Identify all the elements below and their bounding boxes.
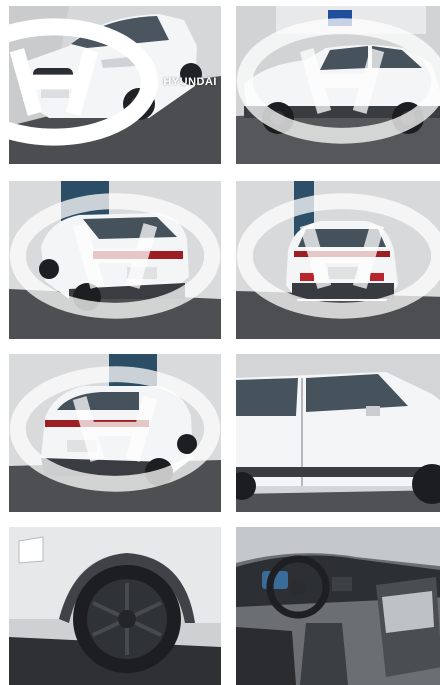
- hyundai-logo-icon: [9, 18, 159, 146]
- photo-thumbnail-interior-dashboard[interactable]: [236, 527, 440, 685]
- photo-thumbnail-rear[interactable]: [236, 181, 440, 339]
- photo-gallery: HYUNDAI: [0, 0, 440, 685]
- photo-thumbnail-side-doors-right[interactable]: [236, 354, 440, 512]
- car-photo-interior-dashboard: [236, 527, 440, 685]
- car-photo-side-doors-right: [236, 354, 440, 512]
- hyundai-logo-icon: [236, 193, 440, 319]
- hyundai-brand-watermark: HYUNDAI: [9, 6, 217, 161]
- photo-thumbnail-rear-three-quarter-left[interactable]: [9, 181, 221, 339]
- car-photo-wheel-detail: [9, 527, 221, 685]
- photo-thumbnail-rear-three-quarter-right[interactable]: [9, 354, 221, 512]
- brand-wordmark: HYUNDAI: [163, 76, 217, 88]
- photo-thumbnail-wheel-detail[interactable]: [9, 527, 221, 685]
- hyundai-logo-icon: [236, 18, 440, 144]
- hyundai-logo-icon: [9, 366, 221, 492]
- photo-thumbnail-side-profile-left[interactable]: [236, 6, 440, 164]
- photo-thumbnail-front-three-quarter[interactable]: HYUNDAI: [9, 6, 221, 164]
- hyundai-logo-icon: [9, 193, 221, 319]
